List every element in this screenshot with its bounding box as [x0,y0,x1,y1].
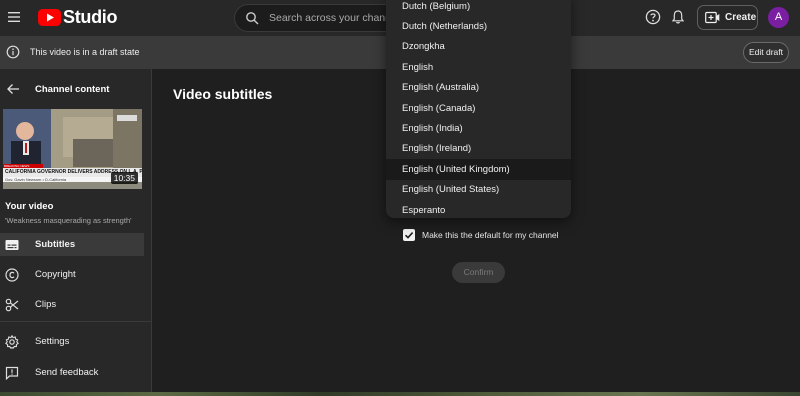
avatar[interactable]: A [768,7,789,28]
sidebar-item-label: Subtitles [35,239,76,250]
back-arrow-icon[interactable] [6,82,20,96]
language-option[interactable]: Dutch (Belgium) [386,0,571,16]
video-thumbnail[interactable]: BREAKING NEWS CALIFORNIA GOVERNOR DELIVE… [3,109,142,189]
sidebar-item-label: Settings [35,336,70,347]
sidebar-item-label: Copyright [35,269,76,280]
gear-icon [5,335,19,349]
edit-draft-button[interactable]: Edit draft [743,42,789,63]
add-video-icon [705,11,720,24]
sidebar-divider [0,321,152,322]
subtitles-icon [5,240,19,250]
default-language-checkbox-label: Make this the default for my channel [422,230,559,240]
youtube-logo-icon [38,9,61,26]
video-duration: 10:35 [110,172,138,184]
language-option[interactable]: English [386,57,571,77]
search-icon [246,12,259,25]
studio-logo[interactable]: Studio [38,7,117,28]
help-icon[interactable] [645,9,661,25]
notifications-bell-icon[interactable] [670,9,686,25]
background-image-strip [0,392,800,396]
confirm-button[interactable]: Confirm [452,262,505,283]
video-title: 'Weakness masquerading as strength' [5,216,132,225]
checkmark-icon [404,232,414,239]
search-input[interactable] [269,5,394,31]
sidebar-item-settings[interactable]: Settings [0,330,144,353]
language-option[interactable]: English (United States) [386,180,571,200]
sidebar-item-copyright[interactable]: Copyright [0,263,144,286]
language-option[interactable]: English (Australia) [386,78,571,98]
sidebar: Channel content BREAKING NEWS CALIFORNIA… [0,69,152,394]
sidebar-item-label: Send feedback [35,367,99,378]
scissors-icon [5,298,19,312]
sidebar-item-subtitles[interactable]: Subtitles [0,233,144,256]
default-language-checkbox-row[interactable]: Make this the default for my channel [403,229,559,241]
search-box[interactable] [234,4,394,32]
copyright-icon [5,268,19,282]
language-option[interactable]: Dutch (Netherlands) [386,16,571,36]
create-button-label: Create [725,12,757,23]
language-option[interactable]: English (Canada) [386,98,571,118]
brand-name: Studio [63,7,118,27]
sidebar-item-send-feedback[interactable]: Send feedback [0,361,144,384]
channel-content-heading: Channel content [35,84,110,95]
menu-icon[interactable] [7,10,21,24]
page-title: Video subtitles [173,86,273,102]
feedback-icon [5,366,19,380]
language-dropdown-list[interactable]: Dutch (Belgium) Dutch (Netherlands) Dzon… [386,0,571,218]
sidebar-item-clips[interactable]: Clips [0,293,144,316]
default-language-checkbox[interactable] [403,229,415,241]
language-option-highlighted[interactable]: English (United Kingdom) [386,159,571,180]
language-option[interactable]: Esperanto [386,200,571,218]
language-option[interactable]: English (Ireland) [386,139,571,159]
language-option[interactable]: Dzongkha [386,37,571,57]
create-button[interactable]: Create [697,5,758,30]
sidebar-item-label: Clips [35,299,57,310]
info-icon [6,45,20,59]
your-video-label: Your video [5,201,54,212]
language-option[interactable]: English (India) [386,118,571,138]
draft-banner-text: This video is in a draft state [30,47,140,57]
